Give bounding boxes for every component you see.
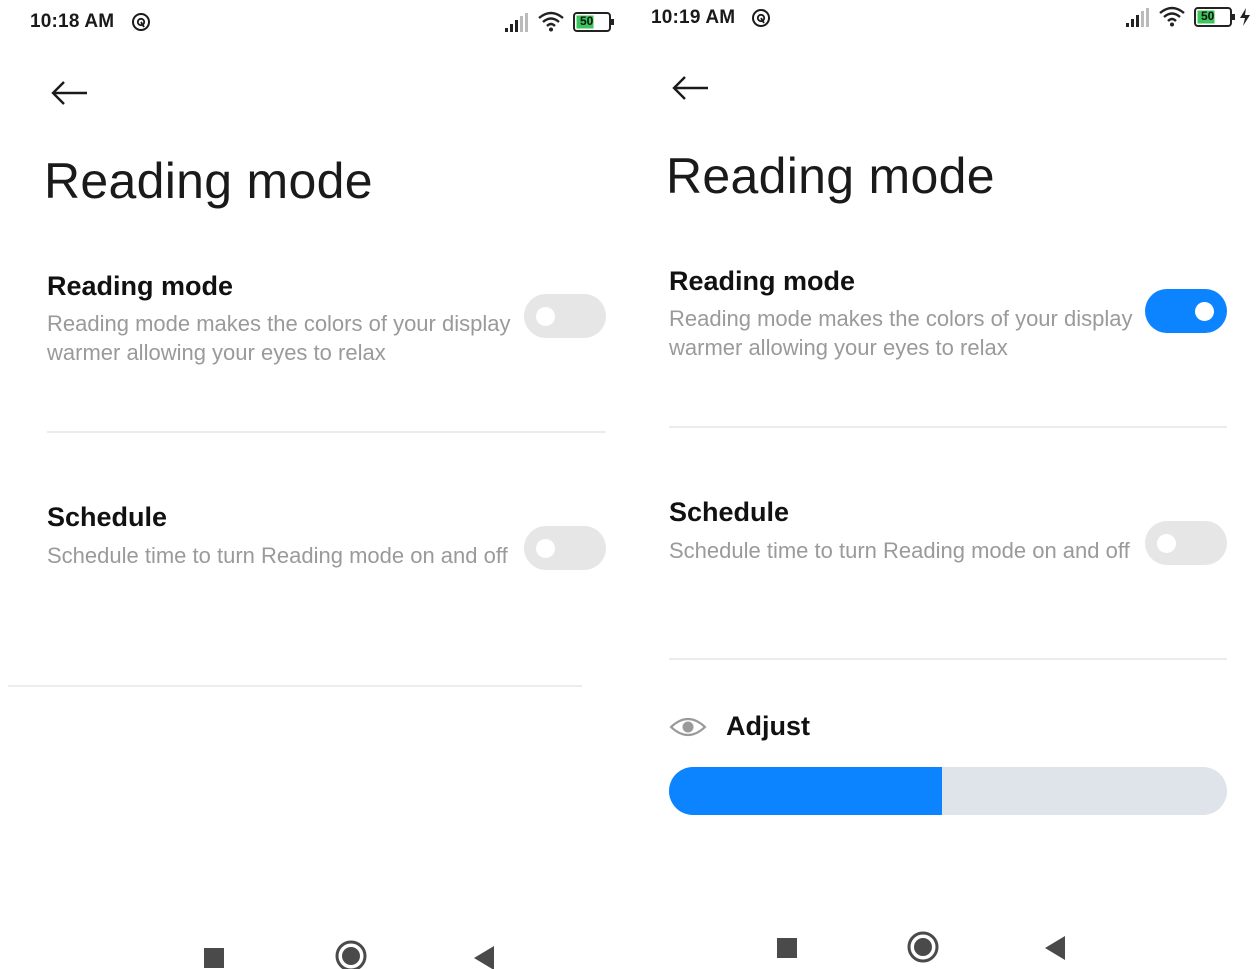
toggle-knob [1195,302,1214,321]
battery-icon: 50 [1194,6,1236,28]
reading-mode-title: Reading mode [669,266,856,296]
status-time: 10:18 AM [30,11,115,32]
notification-icon [132,13,150,31]
divider [669,658,1227,660]
signal-icon [1126,8,1149,27]
reading-mode-description: Reading mode makes the colors of your di… [47,311,511,365]
notification-icon [752,9,770,27]
left-screen: 10:18 AM 50 Reading mode Reading mode Re… [0,0,629,969]
wifi-icon [538,11,564,32]
wifi-icon [1159,6,1185,27]
reading-mode-title: Reading mode [47,271,234,301]
back-arrow-icon[interactable] [671,73,711,103]
adjust-slider[interactable] [669,767,1227,815]
schedule-toggle[interactable] [1145,521,1227,565]
adjust-label: Adjust [726,711,810,741]
divider [669,426,1227,428]
status-bar: 10:18 AM 50 [0,0,629,44]
adjust-slider-fill [669,767,943,815]
right-screen: 10:19 AM 50 Reading mode Reading mode Re… [629,0,1258,969]
schedule-description: Schedule time to turn Reading mode on an… [47,543,508,568]
back-triangle-icon[interactable] [1037,928,1077,968]
status-time: 10:19 AM [651,7,736,28]
toggle-knob [1157,534,1176,553]
reading-mode-description: Reading mode makes the colors of your di… [669,306,1133,360]
schedule-toggle[interactable] [524,526,606,570]
recent-apps-icon[interactable] [194,938,234,969]
page-title: Reading mode [44,153,373,209]
page-title: Reading mode [666,148,995,204]
divider [47,431,606,433]
signal-icon [505,13,528,32]
recent-apps-icon[interactable] [767,928,807,968]
divider [8,685,582,687]
schedule-description: Schedule time to turn Reading mode on an… [669,538,1130,563]
battery-level: 50 [580,14,594,28]
toggle-knob [536,307,555,326]
eye-icon [669,717,707,737]
charging-bolt-icon [1240,8,1250,26]
back-triangle-icon[interactable] [466,938,506,969]
home-icon[interactable] [903,927,943,967]
reading-mode-toggle[interactable] [1145,289,1227,333]
home-icon[interactable] [331,936,371,969]
reading-mode-toggle[interactable] [524,294,606,338]
toggle-knob [536,539,555,558]
status-bar: 10:19 AM 50 [629,0,1258,44]
schedule-title: Schedule [47,502,168,532]
battery-level: 50 [1201,9,1215,23]
schedule-title: Schedule [669,497,790,527]
battery-icon: 50 [573,11,615,33]
back-arrow-icon[interactable] [50,78,90,108]
